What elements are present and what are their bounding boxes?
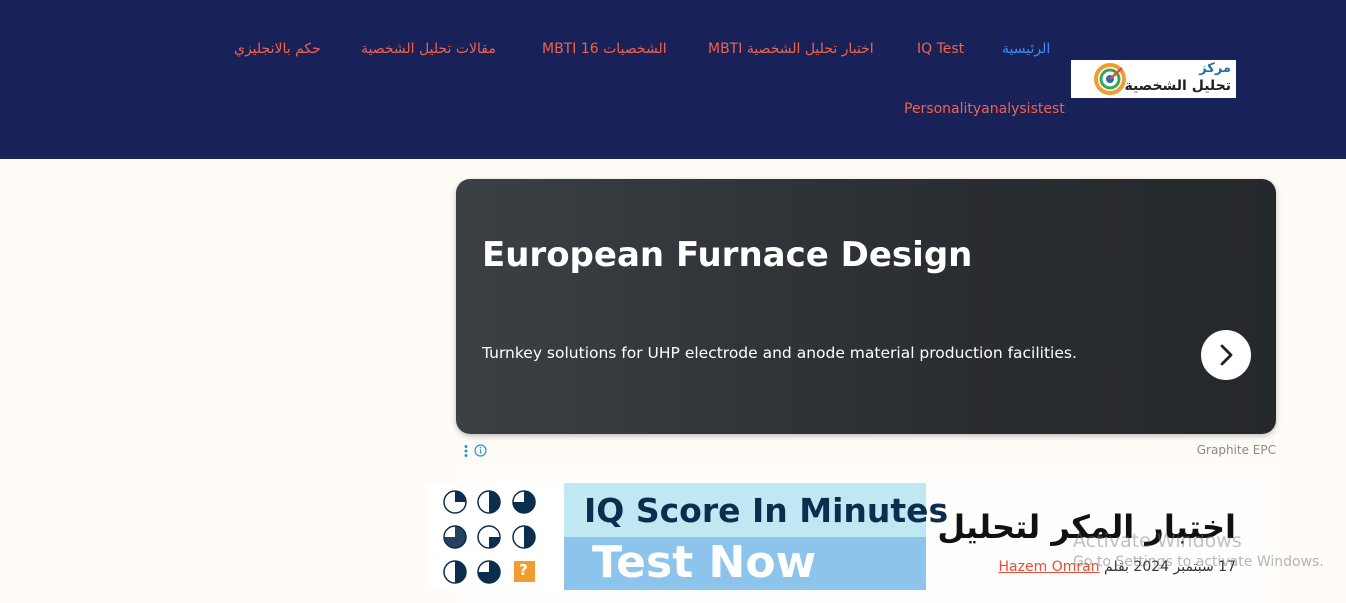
nav-iq-test[interactable]: IQ Test [917,41,964,57]
site-logo[interactable]: مركز تحليل الشخصية [1071,60,1236,98]
nav-english-quotes[interactable]: حكم بالانجليزي [234,41,321,57]
question-mark: ? [519,561,528,579]
windows-activation-subtitle: Go to Settings to activate Windows. [1073,554,1324,570]
site-header: الرئيسية IQ Test اختبار تحليل الشخصية MB… [0,0,1346,159]
logo-line1: مركز [1199,61,1231,76]
ad-source[interactable]: Graphite EPC [1197,443,1276,457]
logo-line2: تحليل الشخصية [1124,78,1231,94]
nav-16-personalities[interactable]: الشخصيات 16 MBTI [542,41,667,57]
nav-articles[interactable]: مقالات تحليل الشخصية [361,41,496,57]
iq-banner-top: IQ Score In Minutes [564,483,948,537]
chevron-right-icon [1220,344,1233,366]
ad-options-icon[interactable] [462,444,470,458]
ad-card[interactable]: European Furnace Design Turnkey solution… [456,179,1276,434]
iq-banner-cta[interactable]: Test Now [564,537,926,590]
nav-home[interactable]: الرئيسية [1002,41,1050,57]
nav-personalityanalysistest[interactable]: Personalityanalysistest [904,101,1065,117]
windows-activation-title: Activate Windows [1073,530,1242,552]
ad-next-button[interactable] [1201,330,1251,380]
logo-emblem-icon [1094,63,1126,95]
nav-mbti-test[interactable]: اختبار تحليل الشخصية MBTI [708,41,874,57]
ad-title[interactable]: European Furnace Design [482,235,972,275]
ad-info-icon[interactable] [474,444,487,457]
iq-test-banner-ad[interactable]: ? IQ Score In Minutes Test Now [427,483,948,590]
iq-banner-cta-text: Test Now [592,537,817,588]
ad-description: Turnkey solutions for UHP electrode and … [482,344,1077,362]
iq-banner-headline: IQ Score In Minutes [584,491,949,530]
